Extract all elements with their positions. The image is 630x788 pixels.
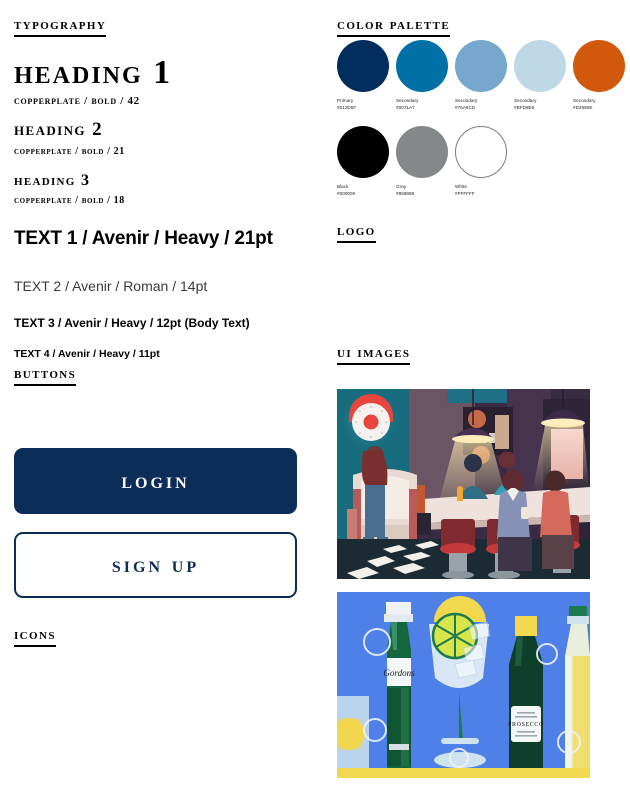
signup-button[interactable]: Sign Up: [14, 532, 297, 598]
color-swatch-labels: Primary #012D5F: [337, 98, 389, 112]
color-swatch-labels: Secondary #76A8CD: [455, 98, 507, 112]
buttons-heading: Buttons: [14, 365, 77, 386]
color-swatch[interactable]: Secondary #0071A7: [396, 40, 448, 112]
color-swatch-labels: Gray #858889: [396, 184, 448, 198]
ui-images-heading: UI Images: [337, 344, 411, 365]
heading-2-sample: Heading 2 copperplate / Bold / 21: [14, 119, 125, 157]
color-swatch-role: Secondary: [455, 98, 478, 103]
prosecco-bottle-label: PROSECCO: [508, 722, 544, 728]
text-4-sample: TEXT 4 / Avenir / Heavy / 11pt: [14, 348, 160, 360]
color-swatch-labels: Secondary #0071A7: [396, 98, 448, 112]
icons-placeholder-area: [14, 660, 297, 770]
color-swatch[interactable]: White #FFFFFF: [455, 126, 507, 198]
color-swatch-labels: Secondary #D2580E: [573, 98, 625, 112]
color-swatch-role: Black: [337, 184, 349, 189]
heading-1-text: Heading 1: [14, 54, 173, 91]
gin-bottle-label: Gordons: [383, 668, 415, 678]
text-2-sample: TEXT 2 / Avenir / Roman / 14pt: [14, 278, 208, 294]
signup-button-label: Sign Up: [111, 552, 200, 577]
icons-heading: Icons: [14, 626, 56, 647]
color-palette-heading: Color Palette: [337, 16, 451, 37]
typography-section: Typography: [14, 16, 107, 37]
color-swatch-row-primary: Primary #012D5F Secondary #0071A7 Second…: [337, 40, 625, 112]
icons-section: Icons: [14, 626, 56, 647]
color-swatch[interactable]: Black #000000: [337, 126, 389, 198]
color-swatch-role: White: [455, 184, 467, 189]
color-swatch-hex: #0071A7: [396, 104, 415, 110]
color-swatch-dot: [396, 40, 448, 92]
color-swatch-labels: Secondary #BFD8E6: [514, 98, 566, 112]
color-swatch-labels: White #FFFFFF: [455, 184, 507, 198]
text-3-sample: TEXT 3 / Avenir / Heavy / 12pt (Body Tex…: [14, 316, 250, 330]
gin-bottles-illustration: Gordons PROSECCO: [337, 592, 590, 778]
ui-images-section: UI Images: [337, 344, 411, 365]
login-button-label: Login: [121, 468, 190, 493]
text-1-sample: TEXT 1 / Avenir / Heavy / 21pt: [14, 228, 273, 249]
style-guide-page: Typography Heading 1 Copperplate / Bold …: [0, 0, 630, 788]
color-swatch-hex: #012D5F: [337, 104, 357, 110]
heading-3-text: Heading 3: [14, 172, 91, 189]
color-swatch-role: Secondary: [396, 98, 419, 103]
color-palette-section: Color Palette: [337, 16, 451, 37]
heading-2-spec: copperplate / Bold / 21: [14, 145, 125, 157]
ui-image-gin-bottles[interactable]: Gordons PROSECCO: [337, 592, 590, 778]
color-swatch-hex: #000000: [337, 190, 356, 196]
heading-1-spec: Copperplate / Bold / 42: [14, 94, 140, 107]
heading-3-sample: Heading 3 copperplate / Bold / 18: [14, 172, 125, 206]
right-column: Color Palette Primary #012D5F Secondary …: [330, 0, 630, 788]
color-swatch-dot: [455, 40, 507, 92]
logo-placeholder-area: [337, 255, 590, 335]
color-swatch-role: Secondary: [573, 98, 596, 103]
color-swatch[interactable]: Primary #012D5F: [337, 40, 389, 112]
color-swatch-dot: [573, 40, 625, 92]
login-button[interactable]: Login: [14, 448, 297, 514]
color-swatch-hex: #858889: [396, 190, 415, 196]
logo-heading: Logo: [337, 222, 376, 243]
color-swatch-hex: #76A8CD: [455, 104, 476, 110]
color-swatch[interactable]: Secondary #D2580E: [573, 40, 625, 112]
left-column: Typography Heading 1 Copperplate / Bold …: [0, 0, 330, 788]
heading-1-sample: Heading 1 Copperplate / Bold / 42: [14, 55, 172, 107]
color-swatch-hex: #D2580E: [573, 104, 593, 110]
buttons-section: Buttons: [14, 365, 77, 386]
color-swatch-dot: [514, 40, 566, 92]
color-swatch-row-neutral: Black #000000 Gray #858889 White #FFFFFF: [337, 126, 507, 198]
color-swatch[interactable]: Secondary #76A8CD: [455, 40, 507, 112]
color-swatch-labels: Black #000000: [337, 184, 389, 198]
color-swatch-role: Primary: [337, 98, 354, 103]
color-swatch[interactable]: Secondary #BFD8E6: [514, 40, 566, 112]
color-swatch-hex: #FFFFFF: [455, 190, 475, 196]
color-swatch-dot: [455, 126, 507, 178]
typography-heading: Typography: [14, 16, 107, 37]
color-swatch-role: Gray: [396, 184, 407, 189]
color-swatch-dot: [337, 126, 389, 178]
color-swatch-role: Secondary: [514, 98, 537, 103]
logo-section: Logo: [337, 222, 376, 243]
color-swatch[interactable]: Gray #858889: [396, 126, 448, 198]
ui-image-retro-bar[interactable]: [337, 389, 590, 579]
color-swatch-dot: [396, 126, 448, 178]
color-swatch-hex: #BFD8E6: [514, 104, 535, 110]
heading-2-text: Heading 2: [14, 119, 103, 140]
retro-bar-illustration: [337, 389, 590, 579]
heading-3-spec: copperplate / Bold / 18: [14, 194, 125, 206]
color-swatch-dot: [337, 40, 389, 92]
